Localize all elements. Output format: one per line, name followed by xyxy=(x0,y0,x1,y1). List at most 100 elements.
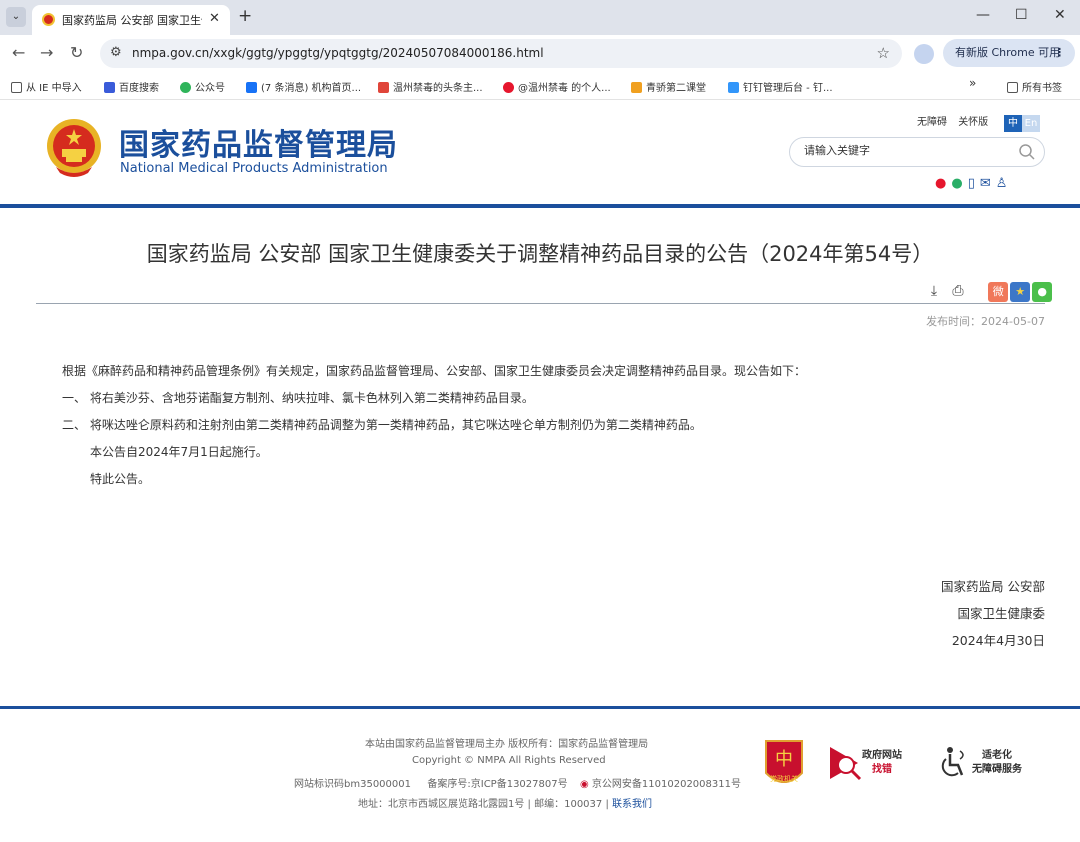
signature-agency: 国家卫生健康委 xyxy=(957,606,1045,621)
signature-agencies: 国家药监局 公安部 xyxy=(941,579,1045,594)
bookmark-label: (7 条消息) 机构首页... xyxy=(261,83,362,94)
all-bookmarks[interactable]: 所有书签 xyxy=(1007,79,1062,94)
tab-search-button[interactable]: ⌄ xyxy=(6,7,26,27)
gov-site-label-top: 政府网站 xyxy=(862,750,902,761)
lang-english-button[interactable]: En xyxy=(1022,115,1040,132)
accessibility-service-icon[interactable] xyxy=(940,745,972,779)
language-switch: 中 En xyxy=(1004,111,1040,132)
chrome-update-button[interactable]: 有新版 Chrome 可用 ⋮ xyxy=(943,39,1075,67)
accessibility-label-bottom: 无障碍服务 xyxy=(972,764,1022,775)
site-info-icon[interactable]: ⚙ xyxy=(110,45,122,60)
header-links: 无障碍 关怀版 xyxy=(917,113,996,128)
gov-site-label[interactable]: 政府网站 找错 xyxy=(862,749,902,777)
gov-site-label-bottom: 找错 xyxy=(872,764,892,775)
accessibility-service-label[interactable]: 适老化 无障碍服务 xyxy=(972,749,1022,777)
contact-link[interactable]: 联系我们 xyxy=(612,799,652,810)
elderly-mode-link[interactable]: 关怀版 xyxy=(958,117,988,128)
national-emblem-icon xyxy=(47,119,101,177)
browser-tab-bar: ⌄ 国家药监局 公安部 国家卫生健... ✕ + — ☐ ✕ xyxy=(0,0,1080,35)
footer-site-id: 网站标识码bm35000001 xyxy=(294,779,411,790)
chrome-update-label: 有新版 Chrome 可用 xyxy=(955,46,1061,59)
address-url[interactable]: nmpa.gov.cn/xxgk/ggtg/ypggtg/ypqtggtg/20… xyxy=(132,46,544,60)
print-icon[interactable]: ⎙ xyxy=(948,281,968,301)
search-icon[interactable] xyxy=(1018,143,1036,161)
police-badge-icon: ◉ xyxy=(579,779,589,790)
site-favicon-icon xyxy=(42,13,55,26)
folder-icon xyxy=(11,82,22,93)
baidu-icon xyxy=(104,82,115,93)
back-icon[interactable]: ← xyxy=(12,43,25,62)
gov-site-error-badge-icon[interactable] xyxy=(828,743,864,783)
bookmark-item[interactable]: 钉钉管理后台 - 钉... xyxy=(728,79,833,94)
address-bar[interactable]: ⚙ nmpa.gov.cn/xxgk/ggtg/ypggtg/ypqtggtg/… xyxy=(100,39,902,68)
footer-icp[interactable]: 备案序号:京ICP备13027807号 xyxy=(427,779,567,790)
header-divider xyxy=(0,204,1080,208)
article-tools: ⤓ ⎙ 微 ★ ● xyxy=(920,280,1053,302)
bookmark-label: @温州禁毒 的个人... xyxy=(518,83,611,94)
share-qzone-icon[interactable]: ★ xyxy=(1010,282,1031,302)
wechat-mp-icon xyxy=(180,82,191,93)
profile-avatar-icon[interactable] xyxy=(914,44,934,64)
bookmark-star-icon[interactable]: ☆ xyxy=(877,44,890,62)
svg-text:中: 中 xyxy=(775,749,793,770)
mail-icon[interactable]: ✉ xyxy=(980,176,991,191)
paragraph: 本公告自2024年7月1日起施行。 xyxy=(90,445,268,459)
weibo-icon xyxy=(503,82,514,93)
new-tab-icon[interactable]: + xyxy=(238,6,252,26)
footer-address: 地址：北京市西城区展览路北露园1号 | 邮编：100037 | xyxy=(358,799,609,810)
lang-chinese-button[interactable]: 中 xyxy=(1004,115,1022,132)
share-weibo-icon[interactable]: 微 xyxy=(988,282,1009,302)
bookmarks-bar: 从 IE 中导入 百度搜索 公众号 (7 条消息) 机构首页... 温州禁毒的头… xyxy=(0,72,1080,100)
paragraph: 二、 将咪达唑仑原料药和注射剂由第二类精神药品调整为第一类精神药品，其它咪达唑仑… xyxy=(62,418,702,432)
bookmark-label: 温州禁毒的头条主... xyxy=(393,83,483,94)
accessibility-link[interactable]: 无障碍 xyxy=(917,117,947,128)
footer-sponsor: 本站由国家药品监督管理局主办 版权所有：国家药品监督管理局 xyxy=(365,739,649,750)
download-icon[interactable]: ⤓ xyxy=(924,281,944,301)
bookmark-item[interactable]: 青骄第二课堂 xyxy=(631,79,706,94)
site-search-box xyxy=(789,137,1045,167)
zhihu-icon xyxy=(246,82,257,93)
site-logo-subtitle[interactable]: National Medical Products Administration xyxy=(120,161,388,176)
social-links: ● ● ▯ ✉ ♙ xyxy=(935,172,1012,191)
footer-registration: 网站标识码bm35000001 备案序号:京ICP备13027807号 ◉ 京公… xyxy=(294,775,741,790)
bookmark-item[interactable]: 百度搜索 xyxy=(104,79,159,94)
wechat-icon[interactable]: ● xyxy=(951,176,962,191)
accessibility-label-top: 适老化 xyxy=(982,750,1012,761)
forward-icon[interactable]: → xyxy=(40,43,53,62)
more-menu-icon[interactable]: ⋮ xyxy=(1054,39,1065,67)
minimize-icon[interactable]: — xyxy=(976,7,990,23)
bookmark-item[interactable]: (7 条消息) 机构首页... xyxy=(246,79,361,94)
search-input[interactable] xyxy=(804,144,1004,157)
browser-tab[interactable]: 国家药监局 公安部 国家卫生健... ✕ xyxy=(32,5,230,35)
browser-toolbar: ← → ↻ ⚙ nmpa.gov.cn/xxgk/ggtg/ypggtg/ypq… xyxy=(0,35,1080,72)
bookmark-label: 百度搜索 xyxy=(119,83,159,94)
maximize-icon[interactable]: ☐ xyxy=(1015,7,1028,23)
close-tab-icon[interactable]: ✕ xyxy=(209,11,220,26)
weibo-icon[interactable]: ● xyxy=(935,176,946,191)
bookmark-item[interactable]: 公众号 xyxy=(180,79,225,94)
paragraph: 根据《麻醉药品和精神药品管理条例》有关规定，国家药品监督管理局、公安部、国家卫生… xyxy=(62,364,807,378)
user-icon[interactable]: ♙ xyxy=(996,176,1008,191)
tab-title: 国家药监局 公安部 国家卫生健... xyxy=(62,14,202,27)
party-gov-badge-label: 党政机关 xyxy=(770,774,798,783)
article-body: 根据《麻醉药品和精神药品管理条例》有关规定，国家药品监督管理局、公安部、国家卫生… xyxy=(62,358,1022,493)
article-title: 国家药监局 公安部 国家卫生健康委关于调整精神药品目录的公告（2024年第54号… xyxy=(146,242,934,266)
close-window-icon[interactable]: ✕ xyxy=(1054,7,1066,23)
site-logo-title[interactable]: 国家药品监督管理局 xyxy=(119,120,398,164)
bookmark-item[interactable]: @温州禁毒 的个人... xyxy=(503,79,611,94)
mobile-icon[interactable]: ▯ xyxy=(968,176,975,191)
folder-icon xyxy=(1007,82,1018,93)
bookmark-label: 公众号 xyxy=(195,83,225,94)
reload-icon[interactable]: ↻ xyxy=(70,43,83,62)
bookmark-label: 青骄第二课堂 xyxy=(646,83,706,94)
bookmark-item[interactable]: 从 IE 中导入 xyxy=(11,79,82,94)
more-bookmarks-icon[interactable]: » xyxy=(969,76,976,90)
footer-copyright: Copyright © NMPA All Rights Reserved xyxy=(412,755,606,766)
bookmark-label: 钉钉管理后台 - 钉... xyxy=(743,83,833,94)
signature-block: 国家药监局 公安部 国家卫生健康委 2024年4月30日 xyxy=(941,573,1045,654)
party-gov-badge-icon[interactable]: 中 党政机关 xyxy=(762,739,806,791)
bookmark-item[interactable]: 温州禁毒的头条主... xyxy=(378,79,483,94)
footer-police[interactable]: 京公网安备11010202008311号 xyxy=(592,779,741,790)
footer-address-line: 地址：北京市西城区展览路北露园1号 | 邮编：100037 | 联系我们 xyxy=(358,795,652,810)
share-wechat-icon[interactable]: ● xyxy=(1032,282,1053,302)
